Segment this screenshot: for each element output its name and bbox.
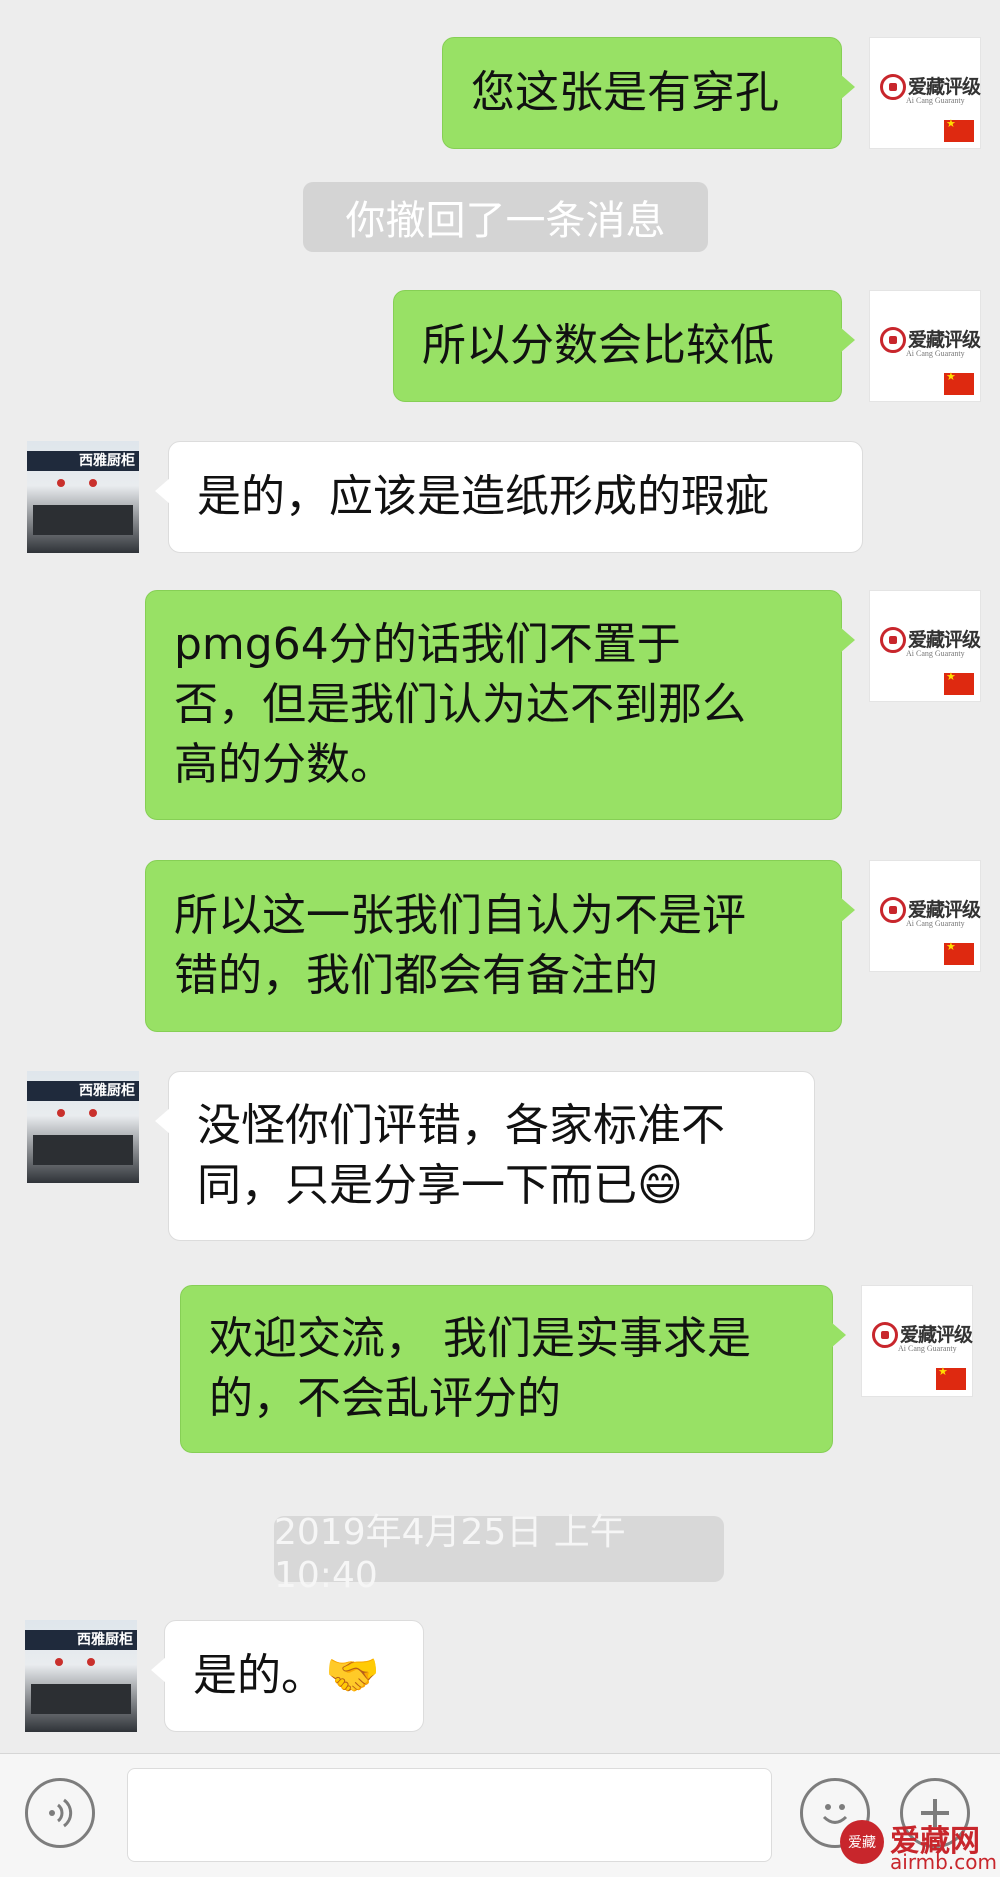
logo-subtext: Ai Cang Guaranty <box>906 96 965 105</box>
store-sign-text: 西雅厨柜 <box>79 1083 135 1099</box>
avatar-other[interactable]: 西雅厨柜 <box>27 1071 139 1183</box>
china-flag-icon <box>944 117 974 142</box>
logo-icon <box>880 627 906 653</box>
lantern-icon <box>89 479 97 487</box>
avatar-me[interactable]: 爱藏评级 Ai Cang Guaranty <box>861 1285 973 1397</box>
store-sign: 西雅厨柜 <box>27 451 139 471</box>
china-flag-icon <box>944 940 974 965</box>
logo-icon <box>880 327 906 353</box>
logo-subtext: Ai Cang Guaranty <box>906 649 965 658</box>
watermark-url: airmb.com <box>890 1850 997 1874</box>
lantern-icon <box>57 479 65 487</box>
message-bubble-me[interactable]: pmg64分的话我们不置于 否，但是我们认为达不到那么 高的分数。 <box>145 590 855 820</box>
store-counter <box>33 1135 133 1165</box>
china-flag-icon <box>936 1365 966 1390</box>
logo-text: 爱藏评级 <box>908 329 981 351</box>
store-sign-text: 西雅厨柜 <box>77 1632 133 1648</box>
avatar-me[interactable]: 爱藏评级 Ai Cang Guaranty <box>869 290 981 402</box>
message-bubble-other[interactable]: 没怪你们评错，各家标准不 同，只是分享一下而已😄 <box>155 1071 815 1241</box>
logo-icon <box>880 897 906 923</box>
store-sign: 西雅厨柜 <box>25 1630 137 1650</box>
store-sign-text: 西雅厨柜 <box>79 453 135 469</box>
logo-text: 爱藏评级 <box>908 899 981 921</box>
message-bubble-other[interactable]: 是的。🤝 <box>151 1620 424 1732</box>
lantern-icon <box>57 1109 65 1117</box>
china-flag-icon <box>944 370 974 395</box>
store-counter <box>33 505 133 535</box>
timestamp: 2019年4月25日 上午10:40 <box>274 1512 724 1596</box>
system-message: 你撤回了一条消息 <box>303 182 708 252</box>
lantern-icon <box>55 1658 63 1666</box>
logo-icon <box>880 74 906 100</box>
avatar-me[interactable]: 爱藏评级 Ai Cang Guaranty <box>869 590 981 702</box>
message-bubble-me[interactable]: 所以分数会比较低 <box>393 290 855 402</box>
logo-text: 爱藏评级 <box>900 1324 973 1346</box>
message-bubble-other[interactable]: 是的，应该是造纸形成的瑕疵 <box>155 441 863 553</box>
store-sign: 西雅厨柜 <box>27 1081 139 1101</box>
store-counter <box>31 1684 131 1714</box>
avatar-me[interactable]: 爱藏评级 Ai Cang Guaranty <box>869 37 981 149</box>
logo-text: 爱藏评级 <box>908 629 981 651</box>
message-bubble-me[interactable]: 欢迎交流， 我们是实事求是 的，不会乱评分的 <box>180 1285 846 1453</box>
logo-subtext: Ai Cang Guaranty <box>906 919 965 928</box>
logo-subtext: Ai Cang Guaranty <box>898 1344 957 1353</box>
logo-subtext: Ai Cang Guaranty <box>906 349 965 358</box>
avatar-me[interactable]: 爱藏评级 Ai Cang Guaranty <box>869 860 981 972</box>
lantern-icon <box>87 1658 95 1666</box>
logo-text: 爱藏评级 <box>908 76 981 98</box>
message-input[interactable] <box>127 1768 772 1862</box>
watermark-seal: 爱藏 <box>840 1820 884 1864</box>
avatar-other[interactable]: 西雅厨柜 <box>27 441 139 553</box>
watermark: 爱藏 爱藏网 airmb.com <box>840 1816 998 1874</box>
lantern-icon <box>89 1109 97 1117</box>
message-bubble-me[interactable]: 所以这一张我们自认为不是评 错的，我们都会有备注的 <box>145 860 855 1032</box>
message-bubble-me[interactable]: 您这张是有穿孔 <box>442 37 855 149</box>
logo-icon <box>872 1322 898 1348</box>
voice-icon[interactable] <box>25 1778 95 1848</box>
china-flag-icon <box>944 670 974 695</box>
avatar-other[interactable]: 西雅厨柜 <box>25 1620 137 1732</box>
